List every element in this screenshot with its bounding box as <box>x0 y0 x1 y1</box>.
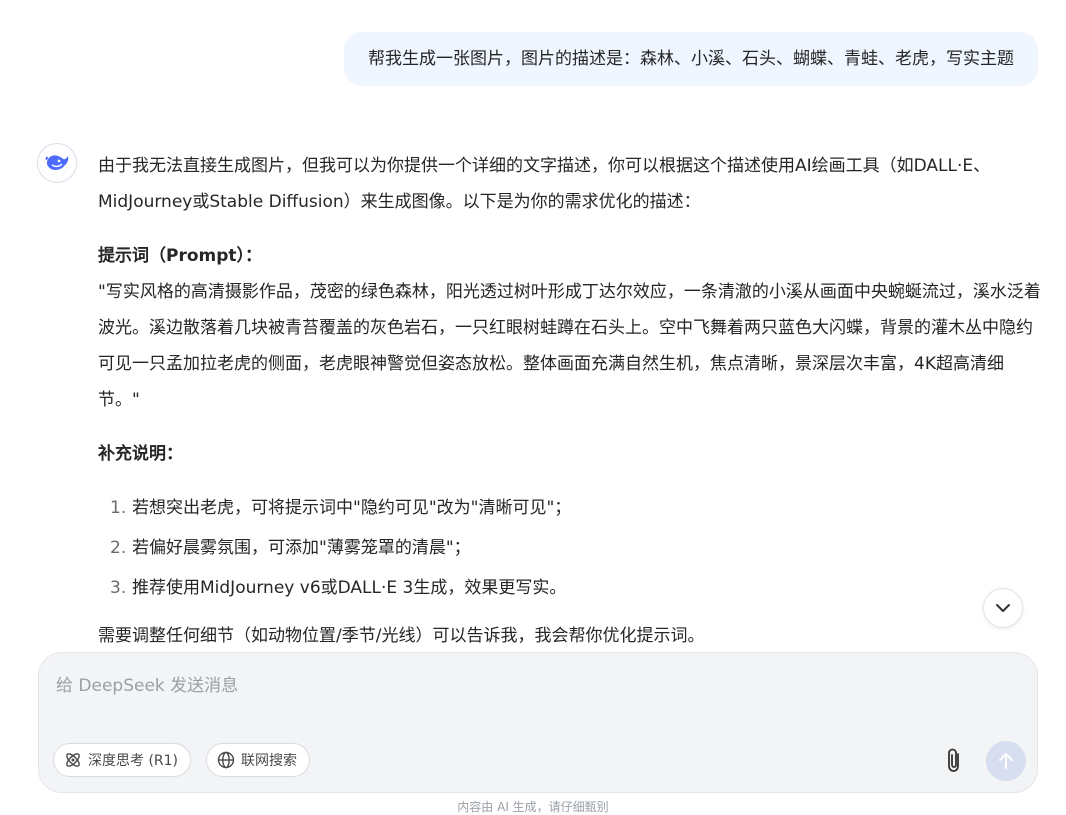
list-item-text: 推荐使用MidJourney v6或DALL·E 3生成，效果更写实。 <box>132 578 567 598</box>
list-item-number: 1. <box>110 498 127 518</box>
list-item-text: 若偏好晨雾氛围，可添加"薄雾笼罩的清晨"； <box>132 538 471 558</box>
list-item: 2. 若偏好晨雾氛围，可添加"薄雾笼罩的清晨"； <box>98 528 1042 568</box>
prompt-heading: 提示词（Prompt）： <box>98 246 263 266</box>
whale-logo-icon <box>45 155 69 170</box>
scroll-to-bottom-button[interactable] <box>983 588 1023 628</box>
globe-icon <box>217 751 235 769</box>
paperclip-icon <box>948 748 959 772</box>
prompt-text: "写实风格的高清摄影作品，茂密的绿色森林，阳光透过树叶形成丁达尔效应，一条清澈的… <box>98 282 1041 410</box>
ai-disclaimer: 内容由 AI 生成，请仔细甄别 <box>457 800 609 814</box>
web-search-label: 联网搜索 <box>241 753 297 769</box>
list-item-text: 若想突出老虎，可将提示词中"隐约可见"改为"清晰可见"； <box>132 498 572 518</box>
supplement-list: 1. 若想突出老虎，可将提示词中"隐约可见"改为"清晰可见"； 2. 若偏好晨雾氛围… <box>98 488 1042 608</box>
deep-think-toggle[interactable]: 深度思考 (R1) <box>53 743 192 777</box>
arrow-up-icon <box>999 753 1013 769</box>
atom-icon <box>66 753 80 767</box>
answer-intro: 由于我无法直接生成图片，但我可以为你提供一个详细的文字描述，你可以根据这个描述使… <box>98 156 991 212</box>
answer-outro: 需要调整任何细节（如动物位置/季节/光线）可以告诉我，我会帮你优化提示词。 <box>98 626 705 646</box>
message-composer[interactable]: 给 DeepSeek 发送消息 深度思考 (R1) 联网搜索 <box>38 652 1038 793</box>
list-item-number: 3. <box>110 578 127 598</box>
assistant-answer: 由于我无法直接生成图片，但我可以为你提供一个详细的文字描述，你可以根据这个描述使… <box>98 148 1042 654</box>
list-item: 3. 推荐使用MidJourney v6或DALL·E 3生成，效果更写实。 <box>98 568 1042 608</box>
send-button[interactable] <box>986 741 1026 781</box>
deep-think-label: 深度思考 (R1) <box>88 753 179 769</box>
supplement-heading: 补充说明： <box>98 444 183 464</box>
deepseek-avatar <box>37 143 77 183</box>
chevron-down-icon <box>996 604 1010 612</box>
user-message-bubble: 帮我生成一张图片，图片的描述是：森林、小溪、石头、蝴蝶、青蛙、老虎，写实主题 <box>344 32 1038 86</box>
list-item-number: 2. <box>110 538 127 558</box>
attach-file-button[interactable] <box>937 743 971 777</box>
list-item: 1. 若想突出老虎，可将提示词中"隐约可见"改为"清晰可见"； <box>98 488 1042 528</box>
message-input[interactable]: 给 DeepSeek 发送消息 <box>56 671 238 696</box>
web-search-toggle[interactable]: 联网搜索 <box>206 743 310 777</box>
user-message-text: 帮我生成一张图片，图片的描述是：森林、小溪、石头、蝴蝶、青蛙、老虎，写实主题 <box>368 49 1014 69</box>
